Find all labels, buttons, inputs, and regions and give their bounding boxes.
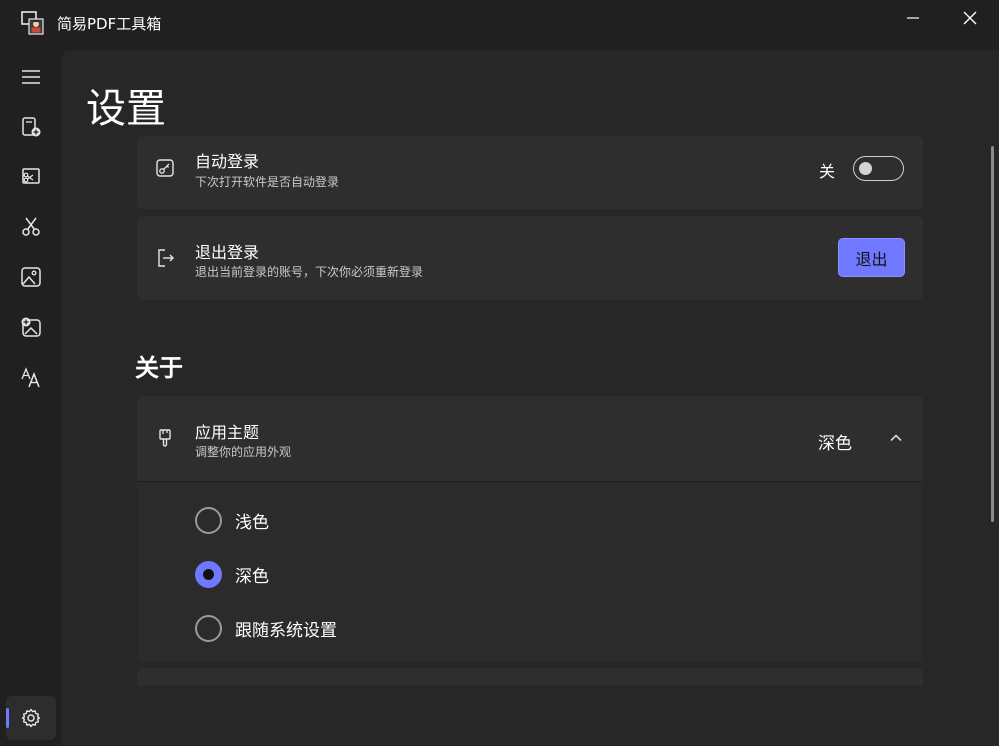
gear-icon <box>21 708 41 728</box>
nav-item-font[interactable] <box>6 355 56 399</box>
theme-option-label: 跟随系统设置 <box>235 620 337 641</box>
nav-item-pdf-create[interactable] <box>6 105 56 149</box>
app-logo-icon <box>20 10 46 36</box>
nav-item-image-add[interactable] <box>6 305 56 349</box>
theme-option-light[interactable]: 浅色 <box>195 505 269 535</box>
logout-desc: 退出当前登录的账号，下次你必须重新登录 <box>195 265 424 279</box>
theme-current-value: 深色 <box>818 434 852 454</box>
auto-login-title: 自动登录 <box>195 152 260 171</box>
nav-item-crop[interactable] <box>6 155 56 199</box>
minimize-button[interactable] <box>890 0 936 36</box>
nav-rail <box>0 46 62 746</box>
nav-item-settings[interactable] <box>6 696 56 740</box>
nav-item-image[interactable] <box>6 255 56 299</box>
settings-panel: 设置 自动登录 下次打开软件是否自动登录 关 退出登录 退出当前登录的账号，下次… <box>62 50 999 746</box>
crop-icon <box>22 168 40 184</box>
theme-desc: 调整你的应用外观 <box>195 445 292 459</box>
page-title: 设置 <box>86 86 166 132</box>
font-size-icon <box>21 367 40 388</box>
logout-button[interactable]: 退出 <box>838 238 905 277</box>
auto-login-card: 自动登录 下次打开软件是否自动登录 关 <box>137 136 923 209</box>
close-icon <box>963 11 977 25</box>
app-title: 简易PDF工具箱 <box>57 15 162 33</box>
chevron-up-icon[interactable] <box>889 430 903 444</box>
auto-login-toggle-label: 关 <box>819 162 836 181</box>
scrollbar[interactable] <box>991 146 994 522</box>
title-bar: 简易PDF工具箱 <box>0 0 999 46</box>
brush-icon <box>155 428 175 448</box>
pdf-create-icon <box>22 117 41 137</box>
nav-item-cut[interactable] <box>6 205 56 249</box>
theme-title: 应用主题 <box>195 423 260 442</box>
close-button[interactable] <box>947 0 993 36</box>
theme-expander-header[interactable]: 应用主题 调整你的应用外观 深色 <box>137 396 923 482</box>
theme-option-label: 浅色 <box>235 512 269 533</box>
auto-login-desc: 下次打开软件是否自动登录 <box>195 175 340 189</box>
scissors-icon <box>22 217 40 236</box>
theme-option-label: 深色 <box>235 566 269 587</box>
nav-menu-button[interactable] <box>6 55 56 99</box>
image-icon <box>21 267 41 287</box>
logout-icon <box>155 248 175 268</box>
app-window: 简易PDF工具箱 设置 自动登录 下次打开软件是否自动登录 关 退出登录 退出当… <box>0 0 999 746</box>
radio-button-checked[interactable] <box>195 560 222 588</box>
logout-title: 退出登录 <box>195 243 260 262</box>
theme-option-dark[interactable]: 深色 <box>195 559 269 589</box>
image-add-icon <box>21 317 41 337</box>
auto-login-icon <box>155 158 175 178</box>
minimize-icon <box>907 17 919 19</box>
theme-option-system[interactable]: 跟随系统设置 <box>195 613 337 643</box>
panel-bottom <box>62 686 999 746</box>
menu-icon <box>22 70 40 84</box>
section-title-about: 关于 <box>135 354 183 382</box>
radio-button[interactable] <box>195 506 222 534</box>
auto-login-toggle[interactable] <box>853 156 904 181</box>
radio-button[interactable] <box>195 614 222 642</box>
theme-options: 浅色 深色 跟随系统设置 <box>137 482 923 662</box>
logout-card: 退出登录 退出当前登录的账号，下次你必须重新登录 退出 <box>137 216 923 300</box>
selection-indicator <box>6 708 9 728</box>
toggle-knob <box>859 162 872 175</box>
